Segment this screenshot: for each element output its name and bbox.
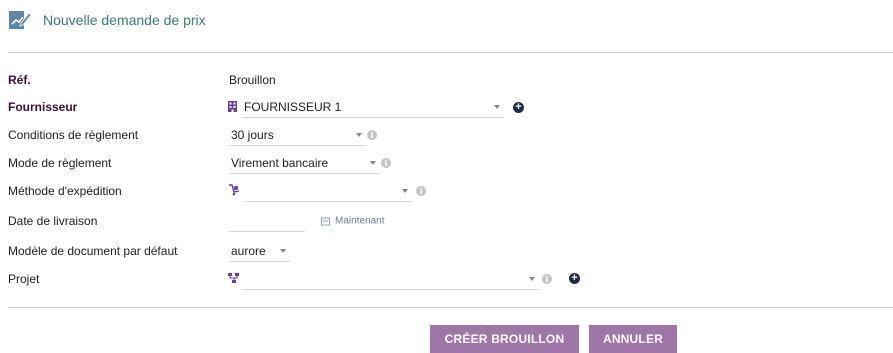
create-draft-button[interactable]: CRÉER BROUILLON [430, 325, 579, 353]
payment-terms-row: Conditions de règlement 30 jours i [8, 122, 888, 148]
dolly-icon [229, 184, 240, 196]
supplier-select[interactable]: FOURNISSEUR 1 [242, 96, 504, 118]
shipping-method-row: Méthode d'expédition i [8, 178, 888, 204]
ref-row: Réf. Brouillon [8, 67, 888, 93]
payment-terms-value: 30 jours [231, 127, 274, 142]
add-project-icon[interactable]: + [569, 273, 580, 284]
chevron-down-icon [356, 132, 362, 137]
ref-label: Réf. [8, 73, 31, 87]
delivery-date-label: Date de livraison [8, 214, 98, 228]
shipping-method-select[interactable] [245, 180, 412, 202]
payment-mode-value: Virement bancaire [231, 155, 329, 170]
cancel-button[interactable]: ANNULER [589, 325, 677, 353]
project-row: Projet i + [8, 266, 888, 292]
default-template-row: Modèle de document par défaut aurore [8, 238, 888, 264]
delivery-date-input[interactable] [229, 210, 305, 232]
page-title: Nouvelle demande de prix [43, 12, 206, 28]
ref-value: Brouillon [229, 73, 276, 87]
chevron-down-icon [370, 160, 376, 165]
supplier-row: Fournisseur FOURNISSEUR 1 + [8, 94, 888, 120]
default-template-label: Modèle de document par défaut [8, 244, 178, 258]
supplier-label: Fournisseur [8, 100, 78, 114]
project-tree-icon [228, 273, 239, 283]
calendar-icon [321, 217, 330, 225]
header-divider [8, 52, 893, 53]
page-header: Nouvelle demande de prix [8, 8, 206, 32]
project-label: Projet [8, 272, 40, 286]
building-icon [228, 101, 237, 112]
chevron-down-icon [494, 104, 500, 109]
payment-terms-label: Conditions de règlement [8, 128, 139, 142]
now-label: Maintenant [335, 215, 385, 227]
delivery-date-row: Date de livraison Maintenant [8, 208, 888, 234]
supplier-value: FOURNISSEUR 1 [244, 99, 342, 114]
shipping-method-label: Méthode d'expédition [8, 184, 122, 198]
payment-mode-label: Mode de règlement [8, 156, 112, 170]
info-icon[interactable]: i [367, 130, 377, 140]
default-template-select[interactable]: aurore [229, 240, 290, 262]
project-select[interactable] [242, 268, 539, 290]
info-icon[interactable]: i [416, 186, 426, 196]
payment-mode-row: Mode de règlement Virement bancaire i [8, 150, 888, 176]
footer-divider [8, 307, 893, 308]
default-template-value: aurore [231, 243, 266, 258]
chevron-down-icon [280, 248, 286, 253]
add-supplier-icon[interactable]: + [513, 102, 524, 113]
chevron-down-icon [529, 276, 535, 281]
info-icon[interactable]: i [381, 158, 391, 168]
chevron-down-icon [402, 188, 408, 193]
payment-terms-select[interactable]: 30 jours [229, 124, 366, 146]
payment-mode-select[interactable]: Virement bancaire [229, 152, 380, 174]
document-edit-icon [9, 11, 32, 29]
info-icon[interactable]: i [542, 274, 552, 284]
now-link[interactable]: Maintenant [321, 216, 384, 227]
